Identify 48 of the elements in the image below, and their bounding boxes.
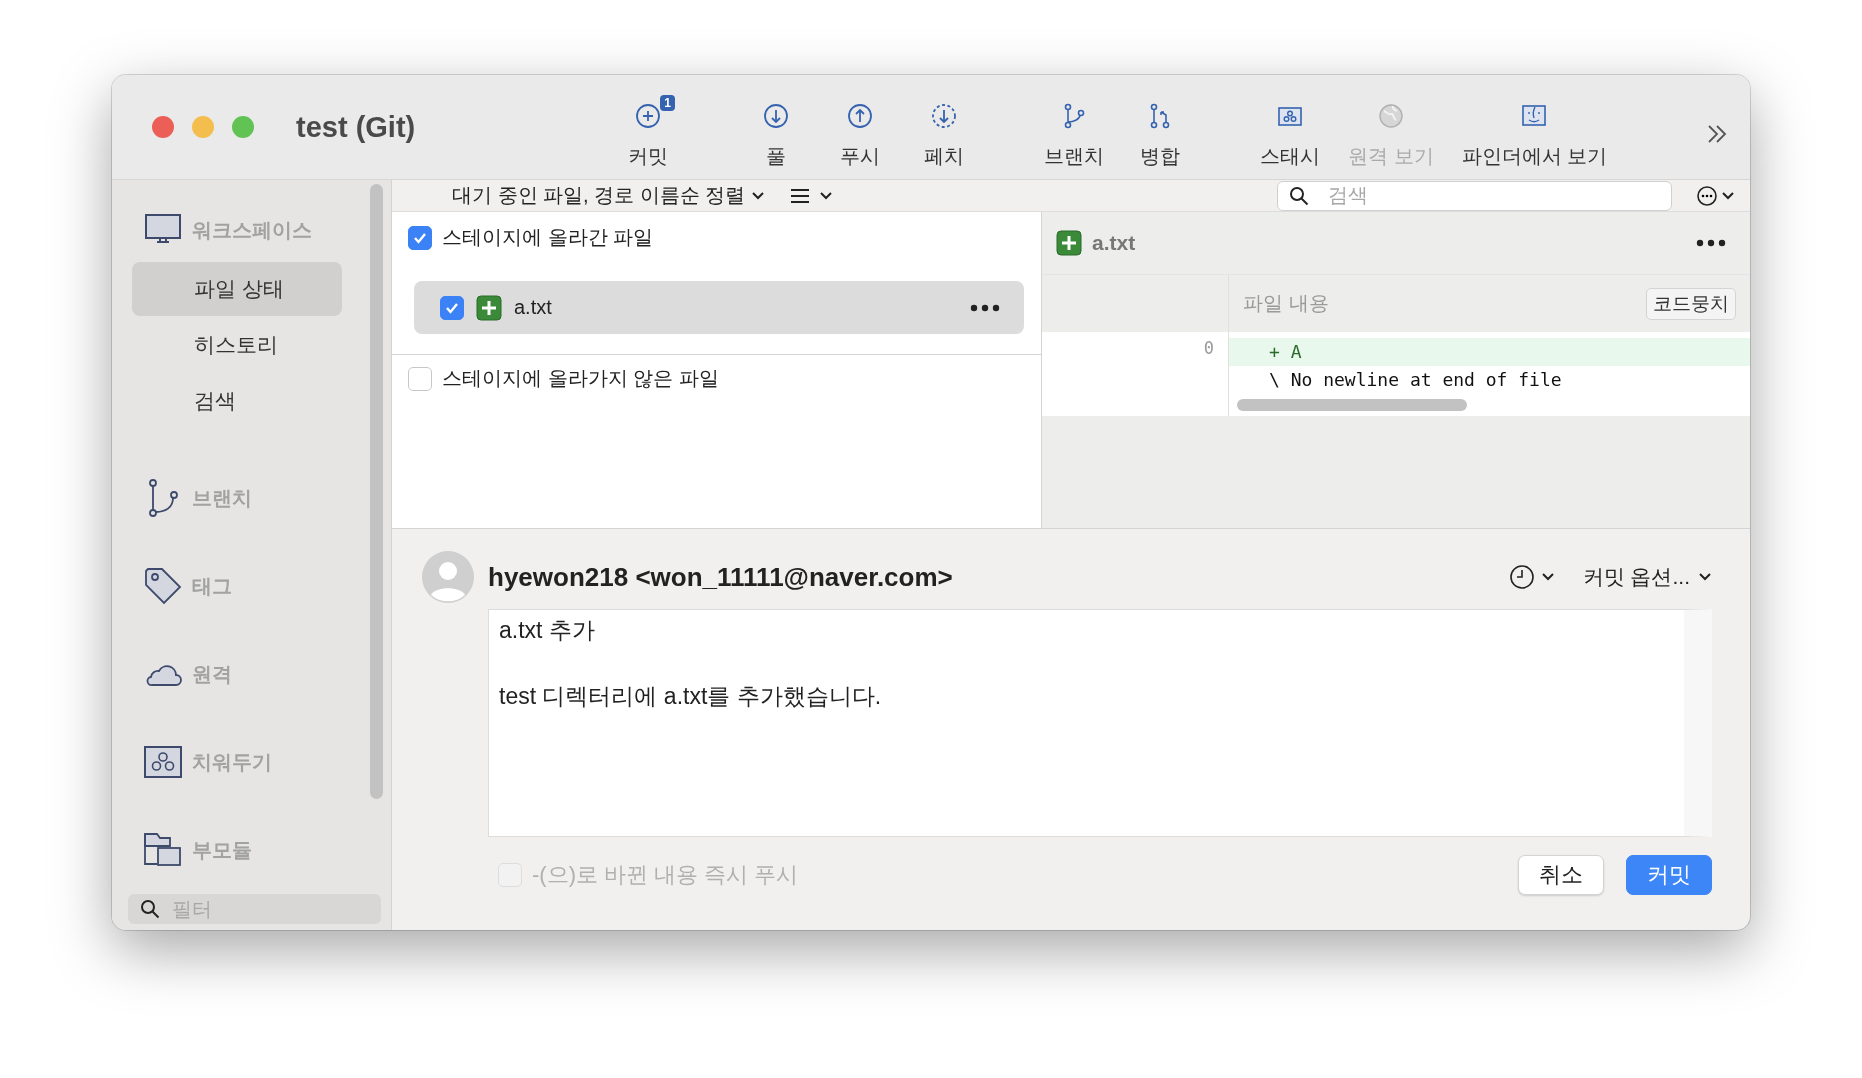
- unstaged-files-label: 스테이지에 올라가지 않은 파일: [442, 366, 719, 391]
- avatar-icon: [422, 551, 474, 603]
- commit-button[interactable]: 커밋: [1626, 855, 1712, 895]
- added-file-icon: [476, 294, 502, 321]
- list-icon[interactable]: [789, 186, 812, 205]
- file-row[interactable]: a.txt: [414, 281, 1024, 334]
- stash-box-icon: [144, 746, 182, 778]
- toolbar-merge-button[interactable]: 병합: [1118, 98, 1202, 170]
- hunk-button[interactable]: 코드뭉치: [1646, 287, 1736, 320]
- search-field[interactable]: 검색: [1277, 180, 1672, 211]
- added-file-icon: [1056, 230, 1082, 256]
- tag-icon: [144, 567, 182, 605]
- search-icon: [1289, 185, 1309, 206]
- commit-options-dropdown[interactable]: 커밋 옵션...: [1582, 563, 1690, 591]
- toolbar-branch-button[interactable]: 브랜치: [1030, 98, 1118, 170]
- scrollbar[interactable]: [1237, 399, 1467, 411]
- toolbar-fetch-button[interactable]: 페치: [902, 98, 986, 170]
- count-badge: 1: [660, 94, 675, 111]
- toolbar-finder-button[interactable]: 파인더에서 보기: [1447, 98, 1622, 170]
- window-title: test (Git): [296, 110, 416, 144]
- hunk-header: 파일 내용: [1243, 291, 1330, 316]
- chevron-down-icon: [751, 190, 766, 201]
- sort-dropdown[interactable]: 대기 중인 파일, 경로 이름순 정렬: [452, 182, 766, 209]
- sidebar-item[interactable]: 파일 상태: [132, 262, 342, 316]
- toolbar-push-button[interactable]: 푸시: [818, 98, 902, 170]
- more-icon[interactable]: [970, 303, 1000, 312]
- chevron-down-icon[interactable]: [819, 190, 834, 201]
- folders-icon: [144, 833, 182, 867]
- file-name: a.txt: [514, 296, 553, 319]
- author-name: hyewon218 <won_11111@naver.com>: [488, 561, 953, 593]
- more-icon[interactable]: [1696, 239, 1726, 247]
- checkbox[interactable]: [408, 366, 432, 391]
- commit-message-field[interactable]: a.txt 추가 test 디렉터리에 a.txt를 추가했습니다.: [488, 609, 1712, 837]
- diff-file-name: a.txt: [1092, 231, 1136, 255]
- cancel-button[interactable]: 취소: [1518, 855, 1604, 895]
- chevron-down-icon[interactable]: [1698, 572, 1712, 582]
- scrollbar[interactable]: [370, 184, 383, 799]
- toolbar-stash-button[interactable]: 스태시: [1246, 98, 1334, 170]
- checkbox[interactable]: [440, 295, 464, 320]
- checkbox[interactable]: [408, 225, 432, 250]
- staged-files-label: 스테이지에 올라간 파일: [442, 225, 654, 250]
- search-icon: [140, 899, 160, 919]
- sidebar-item[interactable]: 검색: [132, 374, 342, 428]
- close-button[interactable]: [152, 116, 174, 138]
- toolbar-pull-button[interactable]: 풀: [734, 98, 818, 170]
- sidebar-item[interactable]: 히스토리: [132, 318, 342, 372]
- line-number: 0: [1202, 338, 1215, 360]
- code-line: \ No newline at end of file: [1268, 368, 1563, 392]
